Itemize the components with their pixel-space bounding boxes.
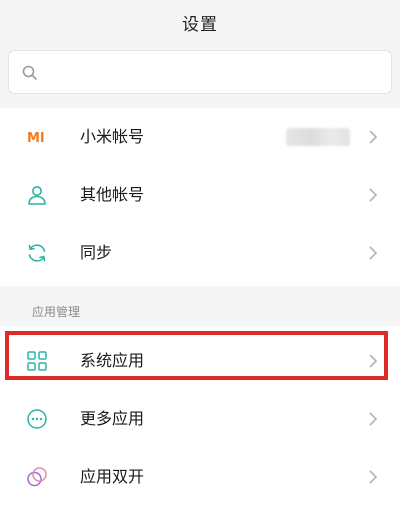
- svg-text:MI: MI: [27, 131, 45, 146]
- chevron-right-icon: [369, 470, 378, 484]
- row-label: 其他帐号: [80, 185, 145, 204]
- row-label: 系统应用: [80, 351, 145, 370]
- more-dots-icon: [27, 409, 47, 429]
- section-header-app-management: 应用管理: [32, 305, 81, 319]
- chevron-right-icon: [369, 412, 378, 426]
- dual-apps-icon: [27, 467, 47, 487]
- grid-icon: [27, 351, 47, 371]
- row-system-apps[interactable]: 系统应用: [0, 332, 400, 390]
- row-label: 同步: [80, 243, 113, 262]
- person-icon: [28, 186, 46, 205]
- row-sync[interactable]: 同步: [0, 224, 400, 282]
- mi-logo-icon: MI: [27, 131, 45, 146]
- search-box[interactable]: [8, 50, 392, 94]
- row-dual-apps[interactable]: 应用双开: [0, 448, 400, 506]
- row-mi-account[interactable]: MI 小米帐号: [0, 108, 400, 166]
- row-more-apps[interactable]: 更多应用: [0, 390, 400, 448]
- apps-group: 系统应用 更多应用 应用双开: [0, 326, 400, 519]
- accounts-group: MI 小米帐号 其他帐号 同步: [0, 108, 400, 286]
- page-title: 设置: [182, 14, 218, 35]
- search-input[interactable]: [49, 59, 383, 87]
- title-bar: 设置: [0, 0, 400, 44]
- chevron-right-icon: [369, 354, 378, 368]
- search-icon: [22, 65, 37, 80]
- chevron-right-icon: [369, 246, 378, 260]
- row-label: 小米帐号: [80, 127, 145, 146]
- chevron-right-icon: [369, 130, 378, 144]
- sync-icon: [28, 244, 46, 262]
- row-other-accounts[interactable]: 其他帐号: [0, 166, 400, 224]
- row-label: 更多应用: [80, 409, 145, 428]
- chevron-right-icon: [369, 188, 378, 202]
- search-area: [0, 44, 400, 100]
- account-id-blurred: [286, 128, 350, 146]
- row-label: 应用双开: [80, 467, 145, 486]
